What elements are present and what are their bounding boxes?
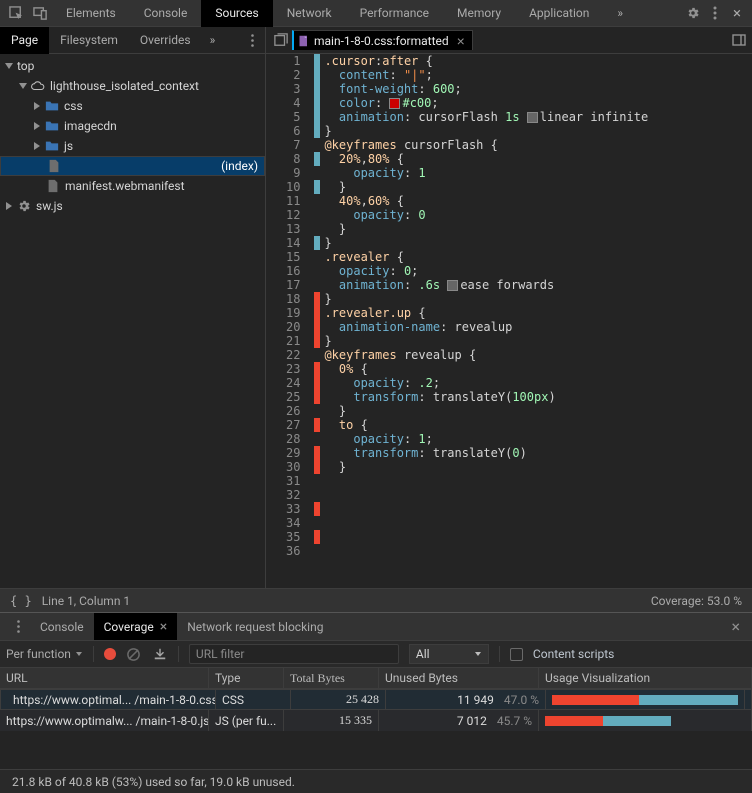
coverage-summary: Coverage: 53.0 %	[651, 594, 742, 608]
panel-tab-performance[interactable]: Performance	[346, 0, 443, 27]
drawer-tab-coverage[interactable]: Coverage×	[94, 613, 178, 640]
file-tree: top lighthouse_isolated_context cssimage…	[0, 54, 266, 588]
close-icon[interactable]: ×	[726, 0, 748, 27]
tree-folder-js[interactable]: js	[0, 136, 265, 156]
chevron-right-icon	[32, 101, 42, 111]
tree-folder-imagecdn[interactable]: imagecdn	[0, 116, 265, 136]
more-icon[interactable]: »	[202, 33, 224, 47]
coverage-footer: 21.8 kB of 40.8 kB (53%) used so far, 19…	[0, 769, 752, 793]
gear-icon[interactable]	[682, 0, 704, 27]
panel-tab-application[interactable]: Application	[515, 0, 603, 27]
file-icon	[46, 179, 60, 193]
col-total[interactable]: Total Bytes	[284, 668, 379, 688]
panel-tabs: ElementsConsoleSourcesNetworkPerformance…	[52, 0, 682, 27]
type-filter-dropdown[interactable]: All	[409, 644, 489, 664]
panel-tab-network[interactable]: Network	[273, 0, 346, 27]
close-tab-icon[interactable]: ×	[457, 33, 465, 49]
content-scripts-label: Content scripts	[533, 647, 614, 661]
sub-tab-overrides[interactable]: Overrides	[129, 27, 202, 54]
gear-icon	[17, 199, 31, 213]
coverage-grid: URL Type Total Bytes Unused Bytes Usage …	[0, 668, 752, 769]
folder-icon	[45, 119, 59, 133]
chevron-down-icon	[4, 61, 14, 71]
device-icon[interactable]	[28, 0, 52, 27]
sub-tab-page[interactable]: Page	[0, 27, 49, 54]
file-icon	[47, 159, 61, 173]
editor-status-bar: { } Line 1, Column 1 Coverage: 53.0 %	[0, 588, 752, 612]
tree-top[interactable]: top	[0, 56, 265, 76]
chevron-right-icon	[32, 141, 42, 151]
export-icon[interactable]	[152, 646, 168, 662]
inspect-icon[interactable]	[4, 0, 28, 27]
folder-icon	[45, 139, 59, 153]
tree-context[interactable]: lighthouse_isolated_context	[0, 76, 265, 96]
drawer-tabs: ConsoleCoverage×Network request blocking…	[0, 613, 752, 640]
clear-icon[interactable]	[126, 646, 142, 662]
chevron-down-icon	[18, 81, 28, 91]
dock-icon[interactable]	[726, 34, 752, 46]
folder-icon	[45, 99, 59, 113]
css-file-icon	[298, 35, 310, 47]
pretty-print-icon[interactable]: { }	[10, 594, 32, 608]
coverage-type-dropdown[interactable]: Per function	[6, 647, 83, 661]
panel-tab-elements[interactable]: Elements	[52, 0, 130, 27]
col-type[interactable]: Type	[209, 668, 284, 688]
drawer-tab-network-request-blocking[interactable]: Network request blocking	[177, 613, 333, 640]
tree-file-index[interactable]: (index)	[0, 156, 265, 176]
kebab-icon[interactable]	[704, 0, 726, 27]
sub-tab-filesystem[interactable]: Filesystem	[49, 27, 129, 54]
history-icon[interactable]	[270, 33, 292, 47]
coverage-toolbar: Per function URL filter All Content scri…	[0, 640, 752, 668]
devtools-toolbar: ElementsConsoleSourcesNetworkPerformance…	[0, 0, 752, 27]
drawer-tab-console[interactable]: Console	[30, 613, 94, 640]
sources-subtoolbar: PageFilesystemOverrides » main-1-8-0.css…	[0, 27, 752, 54]
file-tab[interactable]: main-1-8-0.css:formatted ×	[292, 30, 473, 50]
panel-tab-console[interactable]: Console	[130, 0, 202, 27]
content-scripts-checkbox[interactable]	[510, 648, 523, 661]
coverage-row[interactable]: https://www.optimal... /main-1-8-0.cssCS…	[0, 689, 752, 710]
kebab-icon[interactable]	[6, 620, 30, 633]
record-icon[interactable]	[104, 648, 116, 660]
kebab-icon[interactable]	[239, 34, 265, 47]
cloud-icon	[31, 79, 45, 93]
col-unused[interactable]: Unused Bytes	[379, 668, 539, 688]
panel-tab-sources[interactable]: Sources	[201, 0, 272, 27]
code-editor[interactable]: 1234567891011121314151617181920212223242…	[266, 54, 752, 588]
close-drawer-icon[interactable]: ×	[725, 617, 746, 636]
tree-file-sw[interactable]: sw.js	[0, 196, 265, 216]
tree-folder-css[interactable]: css	[0, 96, 265, 116]
file-tab-label: main-1-8-0.css:formatted	[314, 34, 449, 48]
cursor-position: Line 1, Column 1	[42, 594, 131, 608]
coverage-row[interactable]: https://www.optimalw... /main-1-8-0.jsJS…	[0, 710, 752, 731]
col-viz[interactable]: Usage Visualization	[539, 668, 752, 688]
chevron-right-icon	[32, 121, 42, 131]
drawer: ConsoleCoverage×Network request blocking…	[0, 612, 752, 793]
url-filter-input[interactable]: URL filter	[189, 644, 399, 664]
panel-tab-memory[interactable]: Memory	[443, 0, 515, 27]
chevron-right-icon	[4, 201, 14, 211]
more-tabs-icon[interactable]: »	[603, 0, 637, 27]
col-url[interactable]: URL	[0, 668, 209, 688]
tree-file-manifest[interactable]: manifest.webmanifest	[0, 176, 265, 196]
